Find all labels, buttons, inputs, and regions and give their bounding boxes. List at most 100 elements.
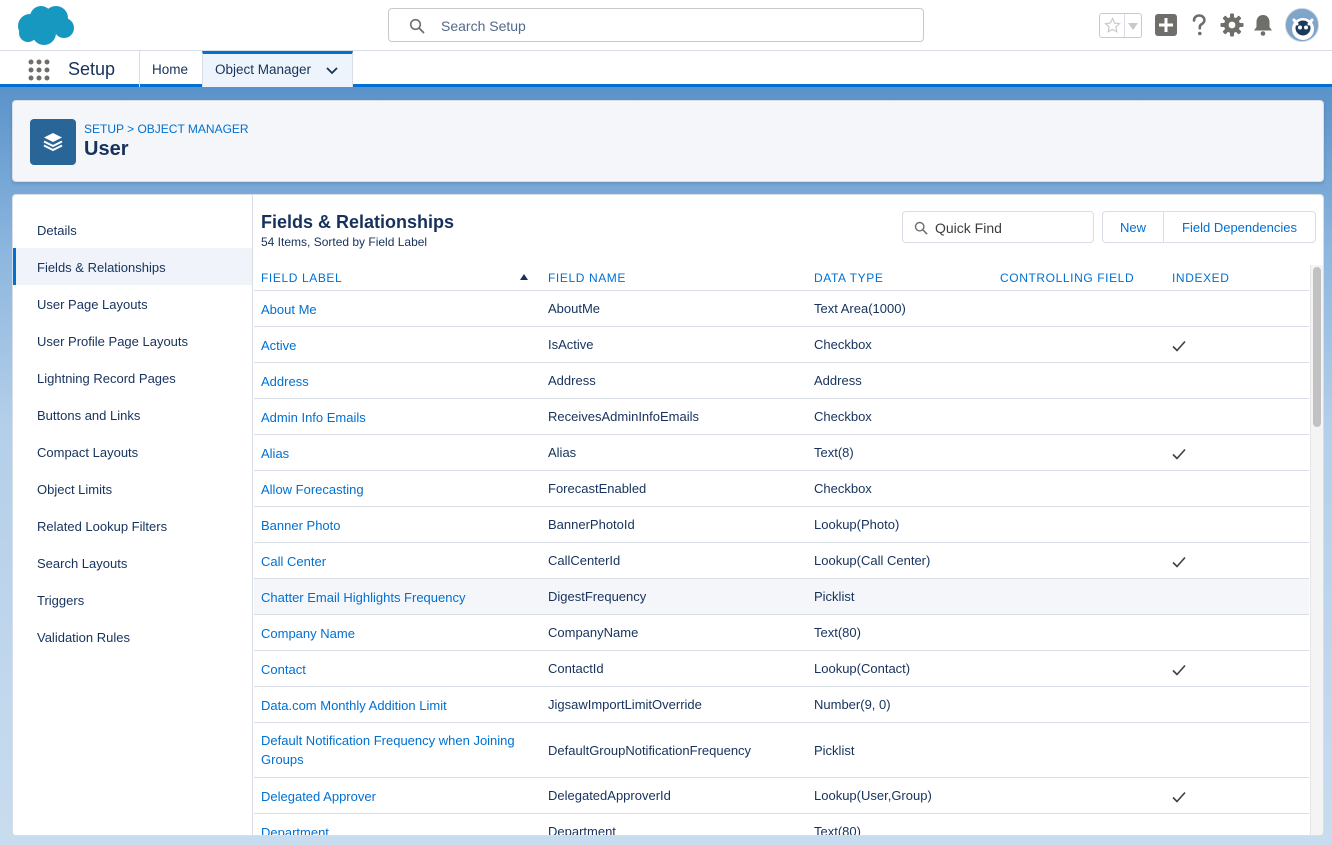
- sidebar-item-label: Details: [37, 223, 77, 238]
- field-label-link[interactable]: Admin Info Emails: [261, 408, 541, 427]
- table-row: Admin Info Emails ReceivesAdminInfoEmails…: [254, 399, 1309, 435]
- field-label-link[interactable]: Chatter Email Highlights Frequency: [261, 588, 541, 607]
- indexed-check-icon: [1172, 448, 1186, 460]
- field-data-type: Checkbox: [814, 409, 872, 424]
- sidebar-item[interactable]: User Page Layouts: [13, 285, 252, 322]
- field-label-link[interactable]: Contact: [261, 660, 541, 679]
- sidebar-item-label: Fields & Relationships: [37, 260, 166, 275]
- salesforce-cloud-logo[interactable]: [14, 4, 76, 46]
- scrollbar-thumb[interactable]: [1313, 267, 1321, 427]
- action-button-group: New Field Dependencies: [1102, 211, 1316, 243]
- sidebar-item-label: Triggers: [37, 593, 85, 608]
- sidebar-item[interactable]: Object Limits: [13, 470, 252, 507]
- star-icon[interactable]: [1104, 17, 1121, 34]
- field-label-link[interactable]: Allow Forecasting: [261, 480, 541, 499]
- column-field-label[interactable]: FIELD LABEL: [261, 271, 342, 285]
- field-data-type: Checkbox: [814, 337, 872, 352]
- fields-content: Fields & Relationships 54 Items, Sorted …: [254, 195, 1323, 835]
- gear-icon[interactable]: [1219, 12, 1245, 38]
- user-avatar[interactable]: [1285, 8, 1319, 42]
- sidebar-item[interactable]: Search Layouts: [13, 544, 252, 581]
- column-indexed[interactable]: INDEXED: [1172, 271, 1230, 285]
- table-row: Delegated Approver DelegatedApproverId Loo…: [254, 778, 1309, 814]
- search-icon: [409, 18, 425, 34]
- plus-icon[interactable]: [1153, 12, 1179, 38]
- indexed-check-icon: [1172, 664, 1186, 676]
- field-dependencies-button[interactable]: Field Dependencies: [1164, 212, 1315, 242]
- field-label-link[interactable]: Company Name: [261, 624, 541, 643]
- table-row: Company Name CompanyName Text(80): [254, 615, 1309, 651]
- sidebar-item-label: Search Layouts: [37, 556, 128, 571]
- section-subtitle: 54 Items, Sorted by Field Label: [261, 235, 428, 249]
- app-navigation-bar: Setup Home Object Manager: [0, 51, 1332, 87]
- field-data-type: Picklist: [814, 742, 855, 758]
- field-label-link[interactable]: Default Notification Frequency when Join…: [261, 731, 541, 769]
- field-label-link[interactable]: Banner Photo: [261, 516, 541, 535]
- field-data-type: Lookup(Call Center): [814, 553, 931, 568]
- search-icon: [914, 221, 928, 235]
- sidebar-item[interactable]: Compact Layouts: [13, 433, 252, 470]
- field-data-type: Text(8): [814, 445, 854, 460]
- tab-home-label: Home: [152, 62, 189, 77]
- field-data-type: Text(80): [814, 625, 861, 640]
- table-row: Contact ContactId Lookup(Contact): [254, 651, 1309, 687]
- column-data-type[interactable]: DATA TYPE: [814, 271, 883, 285]
- field-data-type: Lookup(Photo): [814, 517, 900, 532]
- astro-avatar-icon: [1286, 9, 1318, 41]
- quick-find-input[interactable]: Quick Find: [902, 211, 1094, 243]
- field-api-name: CallCenterId: [548, 553, 621, 568]
- search-setup-input[interactable]: Search Setup: [388, 8, 924, 42]
- field-label-link[interactable]: Alias: [261, 444, 541, 463]
- field-api-name: BannerPhotoId: [548, 517, 635, 532]
- sidebar-item[interactable]: Details: [13, 211, 252, 248]
- sort-ascending-icon[interactable]: [520, 274, 528, 280]
- field-label-link[interactable]: Department: [261, 823, 541, 835]
- sidebar-item[interactable]: Validation Rules: [13, 618, 252, 655]
- app-name: Setup: [68, 59, 116, 79]
- field-label-link[interactable]: Call Center: [261, 552, 541, 571]
- table-row: Data.com Monthly Addition Limit JigsawImp…: [254, 687, 1309, 723]
- table-scrollbar[interactable]: [1310, 265, 1323, 835]
- bell-icon[interactable]: [1250, 12, 1276, 38]
- favorites-divider: [1124, 14, 1125, 37]
- column-field-name[interactable]: FIELD NAME: [548, 271, 626, 285]
- field-api-name: DigestFrequency: [548, 589, 647, 604]
- tab-home[interactable]: Home: [139, 51, 202, 87]
- chevron-down-icon[interactable]: [326, 66, 338, 76]
- field-label-link[interactable]: About Me: [261, 300, 541, 319]
- column-controlling-field[interactable]: CONTROLLING FIELD: [1000, 271, 1134, 285]
- app-launcher-icon[interactable]: [28, 59, 50, 81]
- sidebar-item-label: User Profile Page Layouts: [37, 334, 189, 349]
- field-label-link[interactable]: Delegated Approver: [261, 787, 541, 806]
- tab-object-manager[interactable]: Object Manager: [202, 51, 353, 87]
- sidebar: Details Fields & Relationships User Page L…: [13, 195, 253, 835]
- field-api-name: Alias: [548, 445, 577, 460]
- field-label-link[interactable]: Data.com Monthly Addition Limit: [261, 696, 541, 715]
- sidebar-item[interactable]: Triggers: [13, 581, 252, 618]
- sidebar-item[interactable]: Lightning Record Pages: [13, 359, 252, 396]
- field-label-link[interactable]: Active: [261, 336, 541, 355]
- sidebar-item-label: Buttons and Links: [37, 408, 141, 423]
- field-api-name: ReceivesAdminInfoEmails: [548, 409, 700, 424]
- table-row: Call Center CallCenterId Lookup(Call Cente…: [254, 543, 1309, 579]
- object-icon: [30, 119, 76, 165]
- chevron-down-icon[interactable]: [1128, 23, 1138, 30]
- table-row: About Me AboutMe Text Area(1000): [254, 291, 1309, 327]
- table-row: Chatter Email Highlights Frequency Digest…: [254, 579, 1309, 615]
- field-api-name: DefaultGroupNotificationFrequency: [548, 742, 752, 758]
- table-header: FIELD LABEL FIELD NAME DATA TYPE CONTROL…: [254, 265, 1309, 291]
- sidebar-item[interactable]: Related Lookup Filters: [13, 507, 252, 544]
- sidebar-item[interactable]: Buttons and Links: [13, 396, 252, 433]
- breadcrumb[interactable]: SETUP > OBJECT MANAGER: [84, 122, 249, 136]
- sidebar-item-label: User Page Layouts: [37, 297, 148, 312]
- favorites-button[interactable]: [1099, 13, 1142, 38]
- help-icon[interactable]: [1186, 12, 1212, 38]
- sidebar-item[interactable]: User Profile Page Layouts: [13, 322, 252, 359]
- indexed-check-icon: [1172, 556, 1186, 568]
- sidebar-item[interactable]: Fields & Relationships: [13, 248, 252, 285]
- field-label-link[interactable]: Address: [261, 372, 541, 391]
- indexed-check-icon: [1172, 340, 1186, 352]
- field-api-name: IsActive: [548, 337, 594, 352]
- new-button[interactable]: New: [1103, 212, 1164, 242]
- table-row: Default Notification Frequency when Join…: [254, 723, 1309, 778]
